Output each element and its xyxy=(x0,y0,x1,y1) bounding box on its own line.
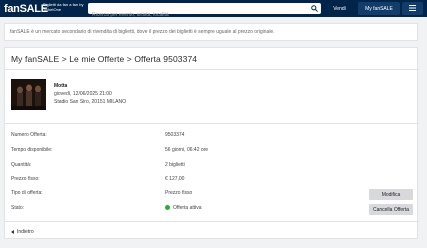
price-label: Prezzo fisso: xyxy=(11,176,40,182)
page-title: My fanSALE > Le mie Offerte > Offerta 95… xyxy=(11,54,198,64)
detail-row-quantity: Quantità: 2 biglietti xyxy=(11,161,413,171)
back-link[interactable]: Indietro xyxy=(11,229,34,235)
divider xyxy=(5,123,419,124)
edit-offer-button[interactable]: Modifica xyxy=(369,189,413,200)
divider xyxy=(5,69,419,70)
event-name: Motta xyxy=(54,83,68,89)
detail-row-offer-type: Tipo di offerta: Prezzo fisso xyxy=(11,189,413,199)
event-image xyxy=(11,79,46,110)
sell-button[interactable]: Vendi xyxy=(323,2,356,15)
event-date: giovedì, 12/06/2025 21:00 xyxy=(54,91,112,97)
back-label: Indietro xyxy=(17,229,34,235)
search-box xyxy=(88,3,321,21)
info-banner: fanSALE è un mercato secondario di riven… xyxy=(4,23,418,41)
my-fansale-button[interactable]: My fanSALE xyxy=(358,2,400,15)
detail-row-time-left: Tempo disponibile: 56 giorni, 06:42 ore xyxy=(11,146,413,156)
detail-row-price: Prezzo fisso: € 127,00 xyxy=(11,175,413,185)
price-value: € 127,00 xyxy=(165,176,185,182)
logo-tagline: Biglietti da fan a fan by TicketOne xyxy=(43,2,84,12)
detail-row-offer-number: Numero Offerta: 9503374 xyxy=(11,131,413,141)
detail-row-status: Stato: Offerta attiva xyxy=(11,204,413,214)
quantity-label: Quantità: xyxy=(11,162,32,168)
menu-button[interactable] xyxy=(402,2,423,15)
fansale-logo[interactable]: fanSALE xyxy=(4,2,48,15)
offer-type-label: Tipo di offerta: xyxy=(11,190,43,196)
cancel-offer-button[interactable]: Cancella Offerta xyxy=(369,204,413,215)
back-arrow-icon xyxy=(11,230,14,234)
quantity-value: 2 biglietti xyxy=(165,162,185,168)
divider xyxy=(5,221,419,222)
time-left-label: Tempo disponibile: xyxy=(11,147,53,153)
status-value: Offerta attiva xyxy=(173,205,202,211)
offer-number-value: 9503374 xyxy=(165,132,185,138)
status-label: Stato: xyxy=(11,205,25,211)
search-icon[interactable] xyxy=(310,4,319,13)
info-banner-text: fanSALE è un mercato secondario di riven… xyxy=(10,29,275,35)
time-left-value: 56 giorni, 06:42 ore xyxy=(165,147,209,153)
logo-prefix: fan xyxy=(4,2,20,15)
search-input[interactable] xyxy=(88,9,308,21)
status-badge: Offerta attiva xyxy=(165,205,202,211)
hamburger-icon xyxy=(409,4,416,13)
offer-type-value: Prezzo fisso xyxy=(165,190,193,196)
status-dot-icon xyxy=(165,205,170,210)
event-venue: Stadio San Siro, 20151 MILANO xyxy=(54,99,126,105)
top-navigation-bar: fanSALE Biglietti da fan a fan by Ticket… xyxy=(0,0,427,21)
offer-panel: My fanSALE > Le mie Offerte > Offerta 95… xyxy=(4,47,419,239)
offer-number-label: Numero Offerta: xyxy=(11,132,47,138)
